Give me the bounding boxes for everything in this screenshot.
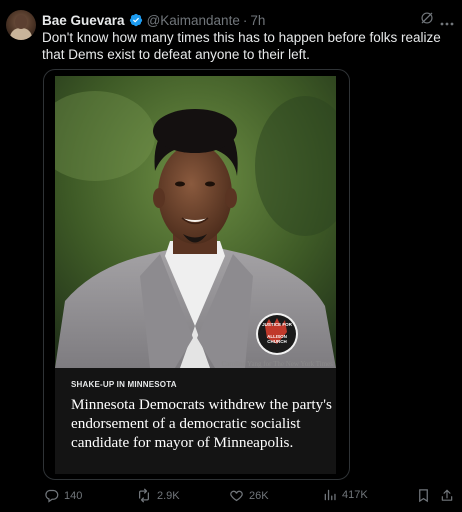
repost-button[interactable]: 2.9K xyxy=(136,488,180,503)
article-headline[interactable]: Minnesota Democrats withdrew the party's… xyxy=(71,395,333,452)
article-kicker: SHAKE-UP IN MINNESOTA xyxy=(71,380,177,389)
reply-count: 140 xyxy=(64,489,83,502)
views-button[interactable]: 417K xyxy=(323,488,368,502)
verified-badge-icon xyxy=(129,13,143,27)
bookmark-button[interactable] xyxy=(417,488,430,503)
share-icon xyxy=(440,488,454,503)
like-icon xyxy=(229,488,244,503)
views-count: 417K xyxy=(342,489,368,501)
like-count: 26K xyxy=(249,489,269,502)
link-card[interactable]: JUSTICE FOR ALLISON CHURCH Caroline Yang… xyxy=(43,69,350,480)
author-name[interactable]: Bae Guevara xyxy=(42,13,125,28)
reply-button[interactable]: 140 xyxy=(44,488,82,503)
tweet-header: Bae Guevara @Kaimandante · 7h xyxy=(42,11,265,29)
reply-icon xyxy=(44,488,59,503)
tweet[interactable]: Bae Guevara @Kaimandante · 7h Don't know… xyxy=(0,0,462,512)
views-icon xyxy=(323,488,337,502)
action-bar: 140 2.9K 26K 417K xyxy=(0,484,462,508)
author-handle[interactable]: @Kaimandante xyxy=(147,13,240,28)
photo-credit: Caroline Yang for The New York Times xyxy=(221,360,334,368)
tweet-text: Don't know how many times this has to ha… xyxy=(42,30,441,62)
share-button[interactable] xyxy=(440,488,454,503)
repost-count: 2.9K xyxy=(157,489,180,502)
avatar[interactable] xyxy=(6,10,36,40)
repost-icon xyxy=(136,488,152,503)
grok-icon[interactable] xyxy=(420,11,434,30)
timestamp[interactable]: 7h xyxy=(250,13,265,28)
article-photo[interactable]: JUSTICE FOR ALLISON CHURCH xyxy=(55,76,336,368)
separator-dot: · xyxy=(242,12,248,28)
bookmark-icon xyxy=(417,488,430,503)
like-button[interactable]: 26K xyxy=(229,488,269,503)
article-preview[interactable]: JUSTICE FOR ALLISON CHURCH Caroline Yang… xyxy=(55,76,336,474)
button-text: JUSTICE FOR ALLISON CHURCH xyxy=(262,322,292,344)
